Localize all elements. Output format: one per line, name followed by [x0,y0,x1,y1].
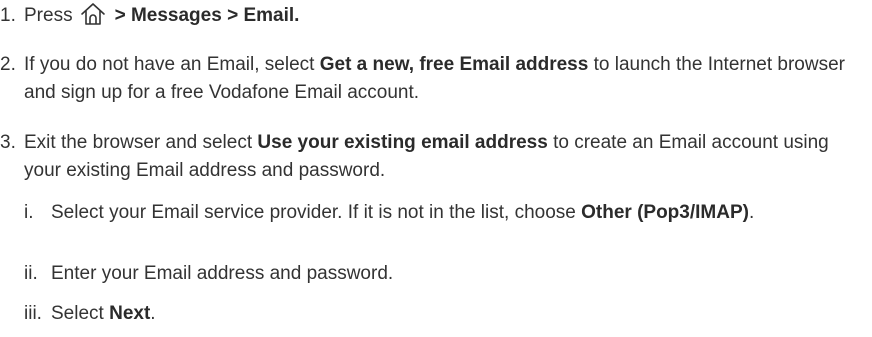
option-label: Other (Pop3/IMAP) [581,202,749,223]
step-text: Press > Messages > Email. [24,2,870,30]
substep-text-post: . [150,303,156,324]
substep-text-pre: Select [51,303,104,324]
substep-text: Select Next. [51,300,851,328]
substep-text-pre: Select your Email service provider. If i… [51,202,576,223]
instruction-list: 1. Press > Messages > Email. 2. If you do… [0,0,872,337]
home-icon [79,2,107,26]
substep-text-post: . [748,202,755,223]
step-text-pre: Exit the browser and select [24,132,253,153]
step-text-pre: If you do not have an Email, select [24,54,315,75]
substep-text: Enter your Email address and password. [51,263,394,284]
press-label: Press [24,5,73,26]
option-label: Use your existing email address [257,132,548,153]
step-text: Exit the browser and select Use your exi… [24,129,870,185]
option-label: Get a new, free Email address [319,54,589,75]
step-text: If you do not have an Email, select Get … [24,51,870,107]
step-number: 1. [0,5,16,26]
substep-text: Select your Email service provider. If i… [51,199,851,227]
step-number: 2. [0,54,16,75]
menu-path: > Messages > Email. [114,5,300,26]
option-label: Next [109,303,151,324]
step-number: 3. [0,132,16,153]
